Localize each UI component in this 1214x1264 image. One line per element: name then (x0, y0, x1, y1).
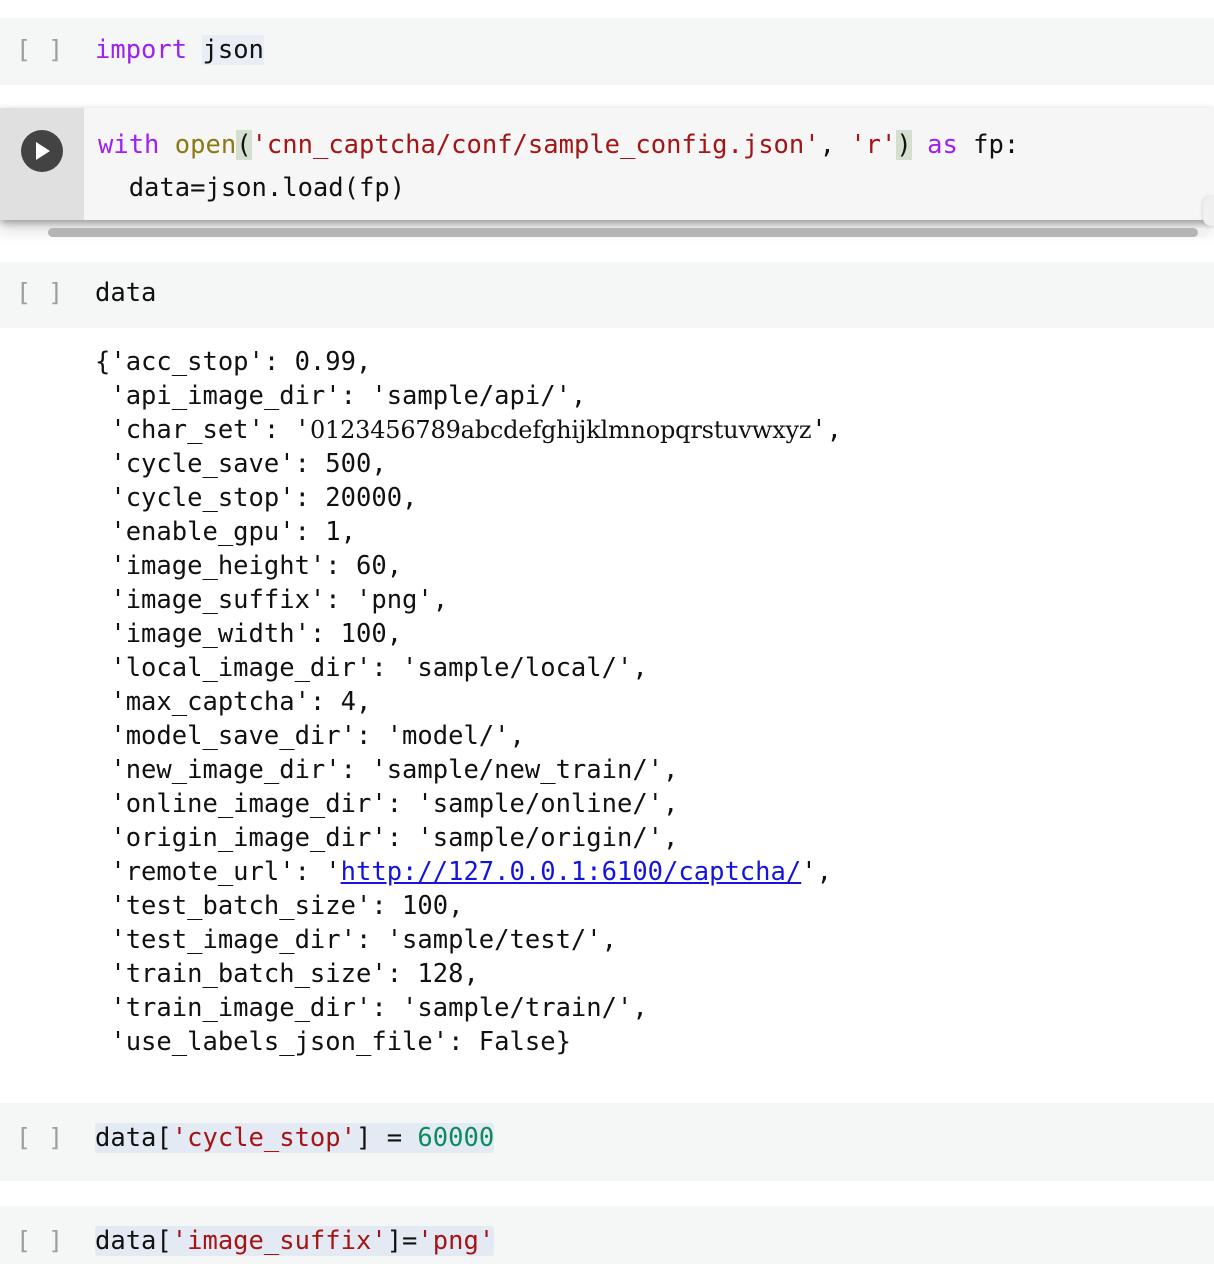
output-line-charset: 'char_set': '0123456789abcdefghijklmnopq… (95, 415, 842, 445)
output-line: 'max_captcha': 4, (95, 687, 372, 717)
cell-gutter (0, 108, 84, 220)
output-line: 'cycle_stop': 20000, (95, 483, 418, 513)
output-line: 'online_image_dir': 'sample/online/', (95, 789, 679, 819)
token-varname-fp: fp: (957, 130, 1020, 160)
token-data-index-open: data[ (95, 1123, 172, 1153)
output-charset-value: 0123456789abcdefghijklmnopqrstuvwxyz (309, 416, 812, 444)
output-line: 'new_image_dir': 'sample/new_train/', (95, 755, 679, 785)
token-string-image-suffix: 'image_suffix' (171, 1226, 387, 1256)
output-line: 'train_image_dir': 'sample/train/', (95, 993, 648, 1023)
cell-editor[interactable]: with open('cnn_captcha/conf/sample_confi… (84, 108, 1214, 220)
output-line: 'origin_image_dir': 'sample/origin/', (95, 823, 679, 853)
token-keyword-import: import (95, 35, 188, 65)
token-number-60000: 60000 (417, 1123, 495, 1153)
token-space-1 (159, 130, 174, 160)
cell-prompt[interactable]: [ ] (0, 1117, 95, 1159)
token-selected-json: json (202, 35, 264, 65)
output-line: 'api_image_dir': 'sample/api/', (95, 381, 587, 411)
scrollbar-thumb[interactable] (48, 228, 1198, 237)
token-string-png: 'png' (417, 1226, 495, 1256)
code-cell-set-image-suffix[interactable]: [ ] data['image_suffix']='png' (0, 1206, 1214, 1264)
output-line: 'local_image_dir': 'sample/local/', (95, 653, 648, 683)
run-cell-button[interactable] (21, 130, 63, 172)
output-line: 'train_batch_size': 128, (95, 959, 479, 989)
horizontal-scrollbar[interactable] (48, 228, 1208, 237)
cell-source[interactable]: data['image_suffix']='png' (95, 1220, 495, 1262)
output-line: {'acc_stop': 0.99, (95, 347, 372, 377)
output-line: 'image_suffix': 'png', (95, 585, 449, 615)
output-line: 'image_height': 60, (95, 551, 403, 581)
output-line: 'enable_gpu': 1, (95, 517, 356, 547)
code-cell-data[interactable]: [ ] data (0, 262, 1214, 328)
cell-prompt[interactable]: [ ] (0, 1220, 95, 1262)
token-keyword-with: with (98, 130, 160, 160)
token-string-cycle-stop: 'cycle_stop' (171, 1123, 356, 1153)
cell-prompt[interactable]: [ ] (0, 29, 95, 71)
token-space-2 (912, 130, 927, 160)
token-paren-close-match: ) (896, 130, 912, 160)
remote-url-link[interactable]: http://127.0.0.1:6100/captcha/ (341, 857, 802, 887)
output-line: 'test_image_dir': 'sample/test/', (95, 925, 617, 955)
token-data-index-open: data[ (95, 1226, 172, 1256)
cell-prompt[interactable]: [ ] (0, 272, 95, 314)
code-cell-active[interactable]: with open('cnn_captcha/conf/sample_confi… (0, 108, 1214, 220)
cell-source[interactable]: data['cycle_stop'] = 60000 (95, 1117, 495, 1159)
cell-source[interactable]: import json (95, 29, 264, 71)
play-icon (36, 142, 50, 160)
cell-source-line-2[interactable]: data=json.load(fp) (98, 167, 1214, 210)
token-assign: ]= (386, 1226, 418, 1256)
token-builtin-open: open (174, 130, 237, 160)
token-string-mode: 'r' (850, 130, 897, 160)
token-string-path: 'cnn_captcha/conf/sample_config.json' (251, 130, 820, 160)
cell-edge-handle[interactable] (1203, 196, 1214, 226)
output-line-remote-url: 'remote_url': 'http://127.0.0.1:6100/cap… (95, 857, 832, 887)
cell-source-line-1[interactable]: with open('cnn_captcha/conf/sample_confi… (98, 124, 1214, 167)
output-line: 'model_save_dir': 'model/', (95, 721, 525, 751)
token-paren-open-match: ( (236, 130, 252, 160)
token-comma: , (819, 130, 851, 160)
code-cell-set-cycle-stop[interactable]: [ ] data['cycle_stop'] = 60000 (0, 1103, 1214, 1181)
cell-source[interactable]: data (95, 272, 156, 314)
output-line: 'image_width': 100, (95, 619, 403, 649)
code-cell-import[interactable]: [ ] import json (0, 18, 1214, 85)
token-assign: ] = (356, 1123, 418, 1153)
output-text: {'acc_stop': 0.99, 'api_image_dir': 'sam… (0, 340, 1214, 1059)
output-line: 'test_batch_size': 100, (95, 891, 464, 921)
cell-output: {'acc_stop': 0.99, 'api_image_dir': 'sam… (0, 340, 1214, 1070)
token-keyword-as: as (927, 130, 958, 160)
output-line: 'use_labels_json_file': False} (95, 1027, 571, 1057)
output-line: 'cycle_save': 500, (95, 449, 387, 479)
